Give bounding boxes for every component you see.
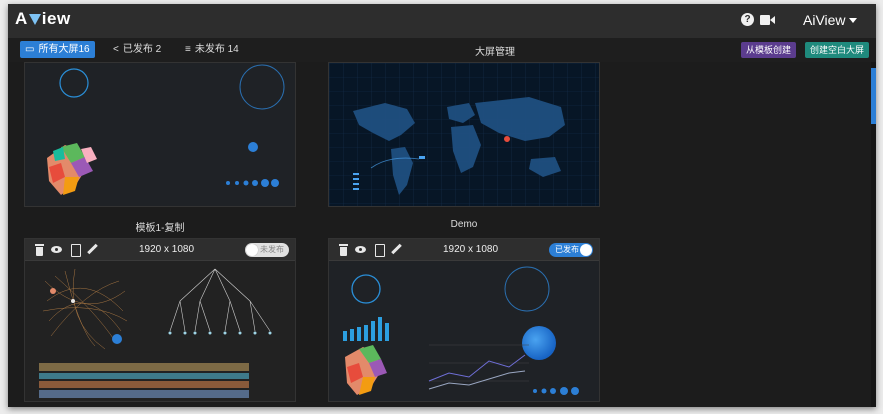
page-title: 大屏管理	[475, 47, 515, 58]
trash-icon[interactable]	[338, 244, 349, 256]
user-menu[interactable]: AiView	[803, 12, 857, 28]
tab-unpublished[interactable]: ≡ 未发布 14	[180, 41, 244, 58]
help-icon[interactable]: ?	[741, 13, 754, 26]
screen-card-template-copy[interactable]	[24, 62, 296, 207]
scrollbar-thumb[interactable]	[871, 68, 876, 124]
copy-file-icon[interactable]	[374, 244, 385, 257]
app-window: Aiew ? AiView ▭ 所有大屏16 < 已发布 2 ≡ 未发布 14 大屏管…	[8, 4, 876, 407]
card-title: Demo	[450, 219, 478, 230]
tab-published[interactable]: < 已发布 2	[108, 41, 166, 58]
preview-thumbnail	[329, 261, 599, 401]
card-title: 模板1-复制	[135, 223, 185, 234]
card-toolbar: 1920 x 1080 已发布	[329, 239, 599, 261]
list-icon: ≡	[185, 44, 191, 55]
share-icon: <	[113, 44, 119, 55]
pencil-icon[interactable]	[87, 244, 98, 256]
create-from-template-button[interactable]: 从模板创建	[741, 42, 797, 58]
preview-thumbnail	[25, 63, 295, 206]
trash-icon[interactable]	[34, 244, 45, 256]
eye-icon[interactable]	[51, 244, 62, 256]
world-map-preview	[329, 63, 599, 206]
caret-down-icon	[848, 18, 857, 23]
tab-all[interactable]: ▭ 所有大屏16	[20, 41, 95, 58]
screen-card-demo[interactable]	[328, 62, 600, 207]
screen-card-unpublished[interactable]: 1920 x 1080 未发布	[24, 238, 296, 402]
publish-toggle[interactable]: 未发布	[245, 243, 289, 257]
eye-icon[interactable]	[355, 244, 366, 256]
video-camera-icon[interactable]	[760, 15, 775, 25]
preview-thumbnail	[25, 261, 295, 401]
app-logo[interactable]: Aiew	[15, 9, 71, 29]
filter-toolbar: ▭ 所有大屏16 < 已发布 2 ≡ 未发布 14 大屏管理 从模板创建 创建空白大屏	[8, 38, 876, 62]
monitor-icon: ▭	[25, 44, 35, 55]
screen-card-published[interactable]: 1920 x 1080 已发布	[328, 238, 600, 402]
resolution: 1920 x 1080	[139, 244, 195, 255]
pencil-icon[interactable]	[391, 244, 402, 256]
user-name: AiView	[803, 12, 846, 28]
card-toolbar: 1920 x 1080 未发布	[25, 239, 295, 261]
create-blank-screen-button[interactable]: 创建空白大屏	[805, 42, 870, 58]
copy-file-icon[interactable]	[70, 244, 81, 257]
publish-toggle[interactable]: 已发布	[549, 243, 593, 257]
top-navbar: Aiew ? AiView	[8, 4, 876, 38]
resolution: 1920 x 1080	[443, 244, 499, 255]
logo-mark-icon	[28, 14, 41, 25]
